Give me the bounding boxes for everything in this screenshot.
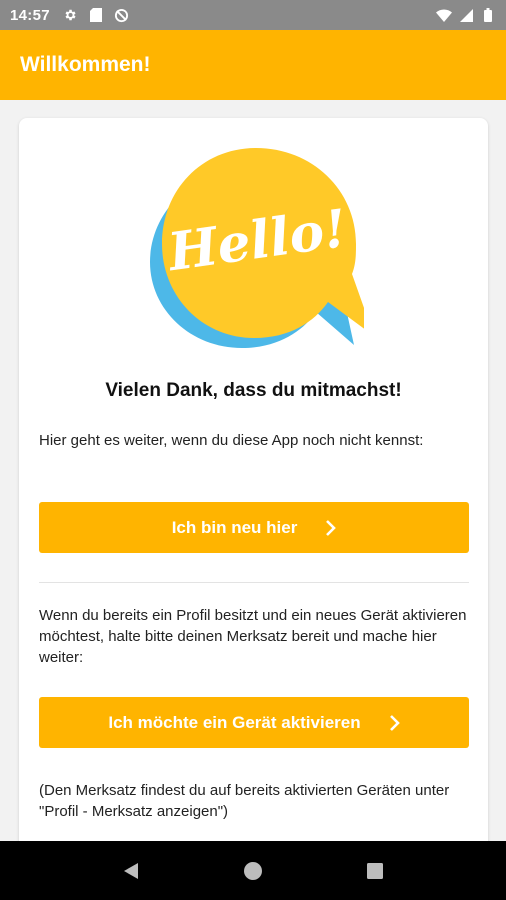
new-user-button[interactable]: Ich bin neu hier — [39, 502, 469, 553]
hello-bubble-illustration: Hello! — [150, 148, 364, 348]
activate-device-button-label: Ich möchte ein Gerät aktivieren — [108, 712, 361, 732]
activate-device-button[interactable]: Ich möchte ein Gerät aktivieren — [39, 697, 469, 748]
status-right-icons — [436, 7, 496, 23]
app-bar-title: Willkommen! — [20, 53, 151, 76]
recents-icon[interactable] — [355, 851, 395, 891]
status-left-icons — [62, 7, 130, 23]
home-icon[interactable] — [233, 851, 273, 891]
divider — [39, 582, 469, 583]
back-icon[interactable] — [111, 851, 151, 891]
chevron-right-icon — [325, 519, 337, 536]
signal-icon — [458, 7, 474, 23]
navigation-bar — [0, 841, 506, 900]
sd-card-icon — [88, 7, 104, 23]
battery-icon — [480, 7, 496, 23]
existing-profile-text: Wenn du bereits ein Profil besitzt und e… — [39, 607, 467, 666]
headline: Vielen Dank, dass du mitmachst! — [105, 380, 402, 401]
intro-text: Hier geht es weiter, wenn du diese App n… — [39, 432, 424, 449]
chevron-right-icon — [389, 714, 400, 731]
status-time: 14:57 — [10, 6, 50, 24]
status-bar: 14:57 — [0, 0, 506, 30]
sync-off-icon — [114, 7, 130, 23]
merksatz-hint-text: (Den Merksatz findest du auf bereits akt… — [39, 782, 450, 820]
wifi-icon — [436, 7, 452, 23]
gear-icon — [62, 7, 78, 23]
welcome-card: Hello! Vielen Dank, dass du mitmachst! H… — [19, 118, 488, 878]
new-user-button-label: Ich bin neu hier — [171, 517, 298, 537]
app-bar: Willkommen! — [0, 30, 506, 100]
